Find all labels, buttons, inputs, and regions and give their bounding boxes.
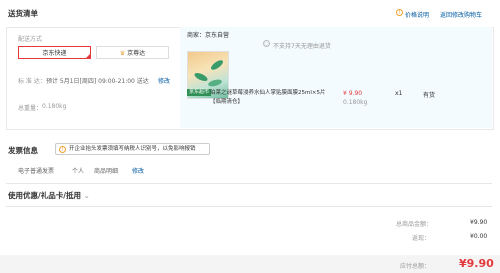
invoice-edit-link[interactable]: 修改 (132, 166, 144, 175)
section-title-delivery-list: 送货清单 (8, 9, 38, 18)
coupons-title: 使用优惠/礼品卡/抵用 (8, 191, 81, 200)
jd-supermarket-badge: 京东超市 (187, 89, 212, 96)
payable-value: ¥9.90 (459, 257, 494, 270)
total-value: ¥9.90 (470, 219, 488, 226)
selected-check-icon (85, 53, 91, 59)
back-to-cart-link[interactable]: 返回修改购物车 (440, 10, 482, 19)
schedule-value: 预计 5月1日[周四] 09:00-21:00 送达 (46, 78, 149, 85)
schedule-edit-link[interactable]: 修改 (158, 76, 170, 85)
info-icon: ! (396, 9, 403, 16)
invoice-title: 发票信息 (8, 146, 38, 155)
invoice-content: 商品明细 (94, 168, 119, 175)
shipping-option-jzd[interactable]: ♛ 京尊达 (96, 46, 169, 59)
return-policy-note: 不支持7天无理由退货 (273, 43, 331, 50)
total-label: 总商品金额： (396, 221, 433, 228)
rebate-label: 返现： (412, 235, 431, 242)
product-quantity: x1 (395, 90, 403, 97)
invoice-hint-box: ! 开企业抬头发票须填写纳税人识别号，以免影响报销 (55, 143, 210, 155)
weight-value: 0.180kg (42, 103, 67, 110)
crown-icon: ♛ (119, 50, 126, 57)
product-stock: 有货 (423, 92, 436, 99)
divider (6, 183, 492, 184)
product-name-link[interactable]: 珀莱之谜草莓浸养水仙人掌贴膜面膜25ml×5片【临期清仓】 (210, 89, 336, 107)
weight-label: 总重量： (18, 105, 43, 112)
chevron-down-icon: ⌄ (83, 191, 90, 200)
info-icon: ! (59, 146, 66, 153)
shipping-method-label: 配送方式 (18, 36, 43, 43)
payable-label: 应付总额： (400, 263, 431, 270)
no-return-icon: ◌ (263, 40, 270, 47)
invoice-hint: 开企业抬头发票须填写纳税人识别号，以免影响报销 (69, 146, 196, 152)
shipping-option-label: 京东快递 (42, 50, 67, 57)
shipping-option-label: 京尊达 (127, 50, 146, 57)
coupons-toggle[interactable]: 使用优惠/礼品卡/抵用 ⌄ (8, 190, 90, 201)
schedule-label: 标 准 达： (18, 78, 46, 85)
product-weight: 0.180kg (343, 99, 368, 106)
seller-label: 商家： (187, 32, 206, 39)
shipping-option-jd-express[interactable]: 京东快递 (18, 46, 91, 59)
seller-name: 京东自营 (205, 32, 230, 39)
rebate-value: ¥0.00 (470, 233, 488, 240)
invoice-receiver: 个人 (72, 168, 85, 175)
invoice-type: 电子普通发票 (18, 168, 55, 175)
divider (6, 206, 492, 207)
price-note-link[interactable]: 价格说明 (405, 10, 429, 19)
product-price: ¥ 9.90 (343, 90, 363, 97)
